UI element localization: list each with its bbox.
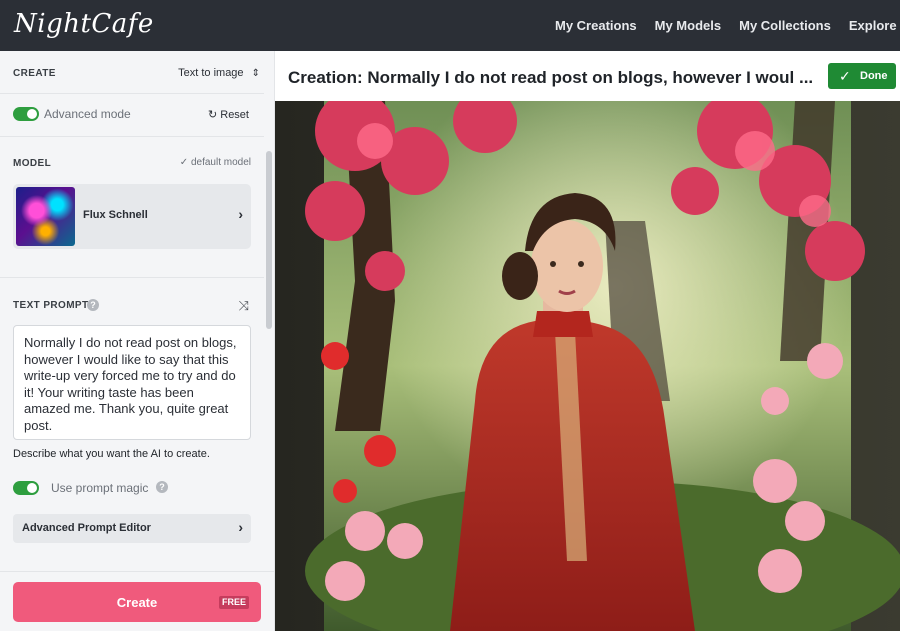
mode-select[interactable]: Text to image ⇕ (178, 67, 260, 79)
divider (0, 136, 264, 137)
prompt-magic-label: Use prompt magic (51, 481, 149, 495)
advanced-mode-label: Advanced mode (44, 107, 131, 121)
updown-chevron-icon: ⇕ (251, 68, 260, 79)
check-icon: ✓ (179, 157, 189, 168)
help-icon[interactable]: ? (156, 481, 168, 493)
free-badge: FREE (218, 596, 249, 609)
generated-image-artwork (275, 101, 900, 631)
chevron-right-icon: › (238, 519, 243, 535)
shuffle-icon[interactable]: ⤨ (239, 298, 249, 314)
text-prompt-label: TEXT PROMPT (13, 300, 89, 311)
done-button[interactable]: ✓ Done (828, 63, 896, 89)
prompt-textarea[interactable]: Normally I do not read post on blogs, ho… (13, 325, 251, 440)
nav-explore[interactable]: Explore (849, 18, 897, 33)
create-button[interactable]: Create FREE (13, 582, 261, 622)
prompt-magic-toggle[interactable] (13, 481, 39, 495)
model-selector-card[interactable]: Flux Schnell › (13, 184, 251, 249)
divider (0, 93, 264, 94)
nav-my-creations[interactable]: My Creations (555, 18, 637, 33)
top-nav-bar: NightCafe My Creations My Models My Coll… (0, 0, 900, 51)
advanced-prompt-editor-button[interactable]: Advanced Prompt Editor › (13, 514, 251, 543)
creation-title-text: Creation: Normally I do not read post on… (288, 68, 814, 87)
default-model-label: default model (190, 157, 251, 168)
mode-select-value: Text to image (178, 67, 244, 79)
panel-scrollbar[interactable] (266, 151, 272, 329)
create-header-row: CREATE Text to image ⇕ (13, 67, 260, 81)
reset-button[interactable]: ↻ Reset (208, 108, 249, 121)
prompt-magic-row: Use prompt magic ? (13, 480, 251, 496)
prompt-hint: Describe what you want the AI to create. (13, 448, 210, 460)
model-name: Flux Schnell (83, 209, 148, 221)
advanced-mode-row: Advanced mode ↻ Reset (13, 106, 251, 122)
main-nav: My Creations My Models My Collections Ex… (546, 0, 900, 51)
model-thumbnail (16, 187, 75, 246)
model-header-row: MODEL ✓ default model (13, 157, 251, 171)
model-label: MODEL (13, 158, 52, 169)
nav-my-models[interactable]: My Models (655, 18, 721, 33)
done-button-label: Done (860, 70, 888, 82)
nightcafe-logo[interactable]: NightCafe (14, 9, 154, 39)
generated-image[interactable] (275, 101, 900, 631)
create-label: CREATE (13, 68, 56, 79)
advanced-prompt-editor-label: Advanced Prompt Editor (22, 522, 151, 534)
text-prompt-header-row: TEXT PROMPT ? ⤨ (13, 298, 251, 314)
creation-title: Creation: Normally I do not read post on… (288, 68, 818, 88)
divider (0, 277, 264, 278)
create-panel: CREATE Text to image ⇕ Advanced mode ↻ R… (0, 51, 275, 631)
nav-my-collections[interactable]: My Collections (739, 18, 831, 33)
help-icon[interactable]: ? (87, 299, 99, 311)
checkmark-icon: ✓ (839, 68, 851, 84)
chevron-right-icon: › (238, 206, 243, 222)
default-model-indicator: ✓ default model (180, 157, 251, 168)
advanced-mode-toggle[interactable] (13, 107, 39, 121)
reset-label: Reset (220, 109, 249, 121)
creation-title-bar: Creation: Normally I do not read post on… (275, 51, 900, 101)
create-footer: Create FREE (0, 571, 274, 631)
reset-icon: ↻ (207, 109, 218, 121)
